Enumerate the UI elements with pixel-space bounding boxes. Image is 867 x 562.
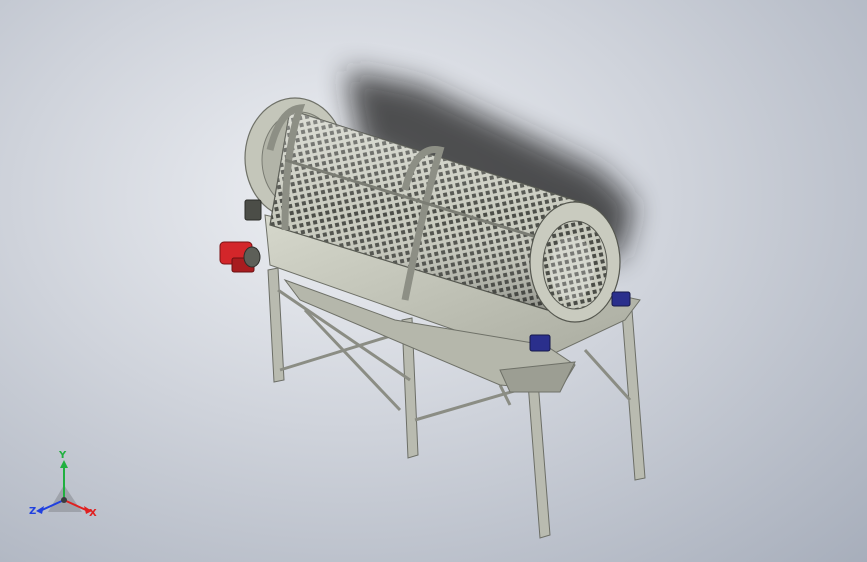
coordinate-triad[interactable]: Y X Z — [29, 450, 97, 519]
cad-viewport[interactable]: Y X Z — [0, 0, 867, 562]
drum-front-ring — [529, 201, 621, 323]
triad-x-label: X — [89, 508, 97, 519]
trommel-screen-model[interactable]: Y X Z — [0, 0, 867, 562]
triad-z-label: Z — [29, 506, 36, 517]
triad-y-label: Y — [58, 450, 67, 461]
drive-motor — [219, 241, 261, 273]
